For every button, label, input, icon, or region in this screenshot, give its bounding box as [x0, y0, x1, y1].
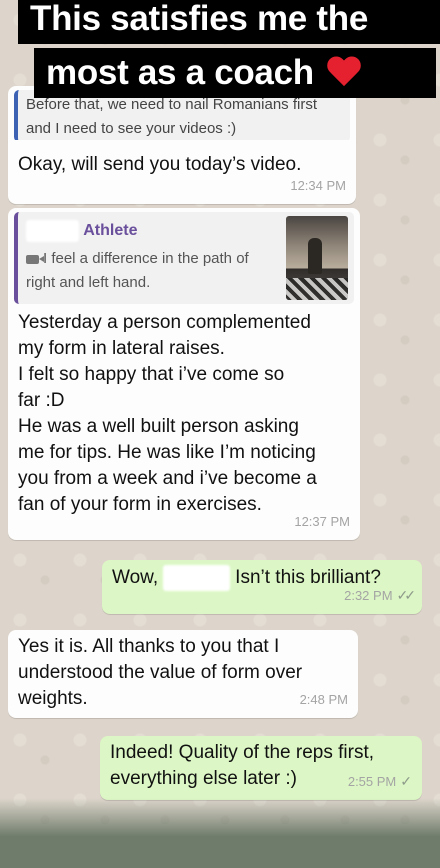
- quoted-sender: xxxxxx Athlete: [26, 220, 137, 242]
- double-check-icon: ✓✓: [396, 587, 417, 603]
- quoted-message[interactable]: xxxxxx Athlete I feel a difference in th…: [14, 212, 354, 304]
- message-timestamp: 2:48 PM: [299, 692, 348, 707]
- message-line: understood the value of form over: [18, 662, 303, 683]
- caption-line: most as a coach: [34, 48, 436, 98]
- message-bubble-incoming[interactable]: xxxxxx Athlete I feel a difference in th…: [8, 208, 360, 540]
- message-line: everything else later :): [110, 768, 297, 789]
- message-bubble-incoming[interactable]: Yes it is. All thanks to you that I unde…: [8, 630, 358, 718]
- quoted-text-line: and I need to see your videos :): [26, 120, 237, 137]
- message-bubble-outgoing[interactable]: Indeed! Quality of the reps first, every…: [100, 736, 422, 800]
- quoted-text-line: I feel a difference in the path of: [26, 248, 249, 270]
- message-line: far :D: [18, 390, 65, 411]
- message-line: you from a week and i’ve become a: [18, 468, 317, 489]
- message-bubble-incoming[interactable]: Okay, will send you today’s video. 12:34…: [8, 140, 356, 204]
- message-line: Indeed! Quality of the reps first,: [110, 742, 375, 763]
- message-timestamp: 2:32 PM ✓✓: [344, 587, 417, 603]
- redacted-name: xxxxxxx: [163, 565, 230, 591]
- message-text: Okay, will send you today’s video.: [18, 154, 302, 175]
- quoted-text-line: right and left hand.: [26, 274, 151, 291]
- redacted-name: xxxxxx: [26, 220, 80, 242]
- message-text: Wow, xxxxxxx Isn’t this brilliant?: [112, 565, 381, 591]
- message-line: Yesterday a person complemented: [18, 312, 311, 333]
- heart-icon: [326, 57, 362, 89]
- message-bubble-outgoing[interactable]: Wow, xxxxxxx Isn’t this brilliant? 2:32 …: [102, 560, 422, 614]
- check-icon: ✓: [400, 773, 412, 789]
- video-thumbnail[interactable]: [286, 216, 348, 300]
- message-line: weights.: [18, 688, 88, 709]
- caption-line: This satisfies me the: [18, 0, 440, 44]
- message-timestamp: 12:34 PM: [290, 178, 346, 193]
- message-line: fan of your form in exercises.: [18, 494, 262, 515]
- video-camera-icon: [26, 255, 44, 264]
- message-line: me for tips. He was like I’m noticing: [18, 442, 316, 463]
- message-line: my form in lateral raises.: [18, 338, 225, 359]
- message-timestamp: 2:55 PM ✓: [347, 773, 412, 789]
- message-line: I felt so happy that i’ve come so: [18, 364, 285, 385]
- bottom-shade: [0, 798, 440, 868]
- message-line: Yes it is. All thanks to you that I: [18, 636, 280, 657]
- message-timestamp: 12:37 PM: [294, 514, 350, 529]
- message-line: He was a well built person asking: [18, 416, 299, 437]
